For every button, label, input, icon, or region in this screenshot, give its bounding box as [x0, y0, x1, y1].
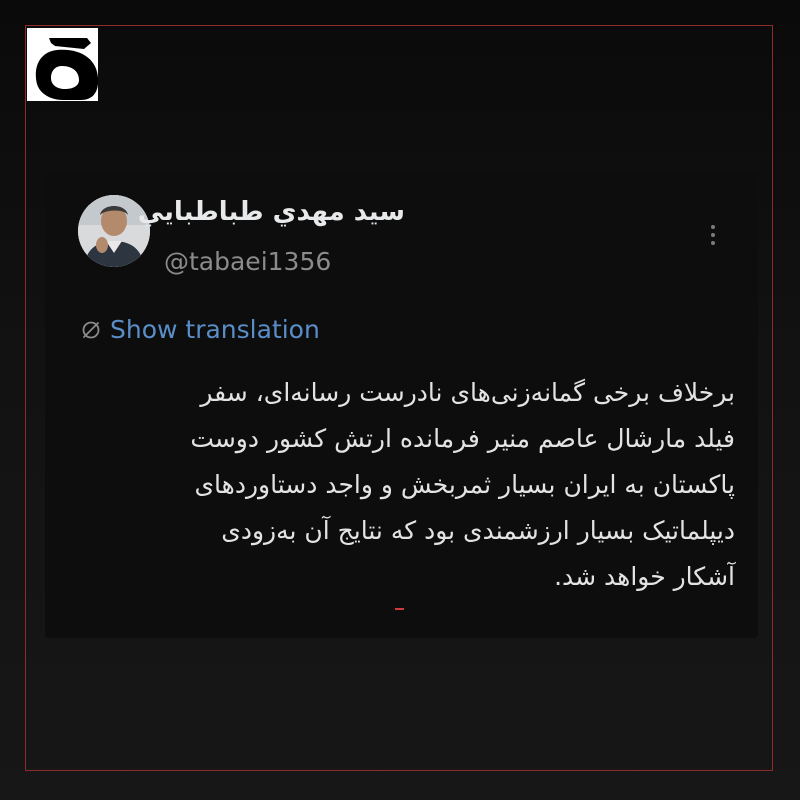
- more-options-button[interactable]: [700, 220, 726, 250]
- tweet-text-line: دیپلماتیک بسیار ارزشمندی بود که نتایج آن…: [221, 516, 735, 545]
- black-glyph-logo-icon: [27, 28, 98, 101]
- tweet-text-line: آشکار خواهد شد.: [554, 562, 735, 591]
- logo: [27, 28, 98, 101]
- tweet-text-line: فیلد مارشال عاصم منیر فرمانده ارتش کشور …: [190, 424, 735, 453]
- user-handle[interactable]: @tabaei1356: [164, 245, 331, 279]
- tweet-text: برخلاف برخی گمانه‌زنی‌های نادرست رسانه‌ا…: [95, 370, 735, 600]
- show-translation-link[interactable]: Show translation: [110, 313, 320, 347]
- screenshot-canvas: سید مهدي طباطبايي @tabaei1356 Show trans…: [0, 0, 800, 800]
- more-vertical-icon: [711, 225, 715, 229]
- red-dash-mark: [395, 608, 404, 610]
- display-name[interactable]: سید مهدي طباطبايي: [138, 194, 405, 230]
- tweet-text-line: پاکستان به ایران بسیار ثمربخش و واجد دست…: [194, 470, 735, 499]
- translation-row[interactable]: Show translation: [80, 313, 320, 347]
- tweet-text-line: برخلاف برخی گمانه‌زنی‌های نادرست رسانه‌ا…: [200, 378, 735, 407]
- globe-slash-icon: [82, 321, 100, 339]
